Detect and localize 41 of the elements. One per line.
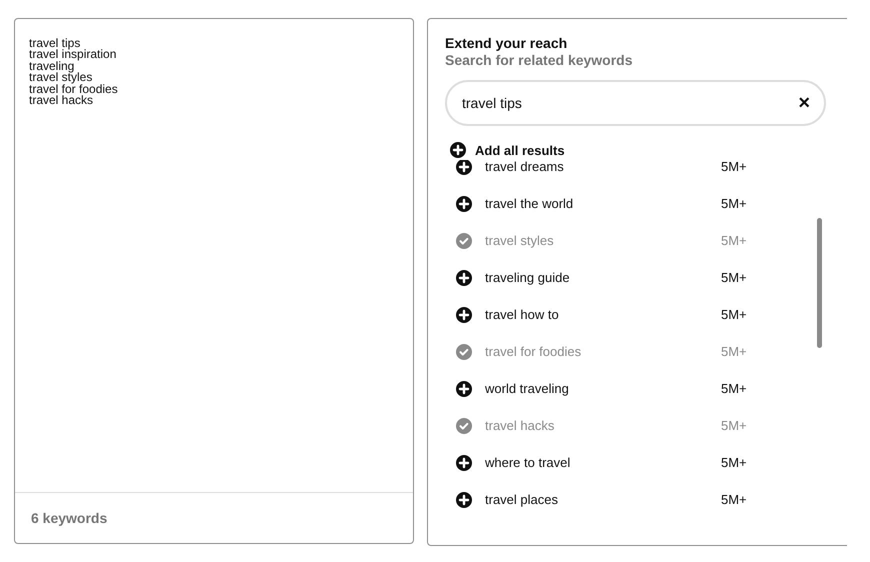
result-keyword: traveling guide (485, 270, 571, 285)
result-keyword: travel dreams (485, 160, 565, 174)
search-volume: 5M+ (721, 270, 747, 285)
add-icon[interactable] (456, 306, 472, 322)
keyword-text: travel for foodies (29, 84, 119, 96)
result-keyword: travel how to (485, 307, 560, 322)
add-icon[interactable] (456, 380, 472, 396)
clear-button[interactable]: × (798, 93, 810, 113)
scrollbar[interactable] (817, 218, 822, 348)
keyword-count: 6 keywords (31, 510, 108, 526)
result-keyword: travel places (485, 492, 559, 507)
keyword-text: travel tips (29, 38, 80, 50)
search-volume: 5M+ (721, 344, 747, 359)
add-all-link[interactable]: Add all results (475, 142, 565, 158)
add-icon[interactable] (456, 270, 472, 286)
search-volume: 5M+ (721, 418, 747, 433)
keyword-text: travel hacks (29, 95, 94, 106)
keyword-text: travel styles (29, 72, 92, 84)
add-icon[interactable] (456, 160, 472, 174)
result-keyword: where to travel (485, 455, 572, 470)
search-volume: 5M+ (721, 381, 747, 396)
result-keyword: world traveling (485, 381, 570, 396)
result-keyword: travel for foodies (485, 344, 582, 359)
search-volume: 5M+ (721, 307, 747, 322)
result-keyword: travel hacks (485, 418, 556, 433)
search-field[interactable]: travel tips × (445, 80, 826, 126)
search-volume: 5M+ (721, 233, 747, 248)
keyword-text: traveling (29, 60, 74, 72)
add-icon[interactable] (450, 142, 466, 158)
search-volume: 5M+ (721, 196, 747, 211)
panel-subtitle: Search for related keywords (445, 52, 634, 68)
search-volume: 5M+ (721, 455, 747, 470)
keyword-text: travel inspiration (29, 49, 118, 61)
add-icon[interactable] (456, 196, 472, 212)
add-icon[interactable] (456, 492, 472, 508)
result-keyword: travel styles (485, 233, 555, 248)
result-keyword: travel the world (485, 196, 574, 211)
search-volume: 5M+ (721, 160, 747, 174)
panel-title: Extend your reach (445, 35, 568, 51)
add-icon[interactable] (456, 454, 472, 470)
search-volume: 5M+ (721, 492, 747, 507)
